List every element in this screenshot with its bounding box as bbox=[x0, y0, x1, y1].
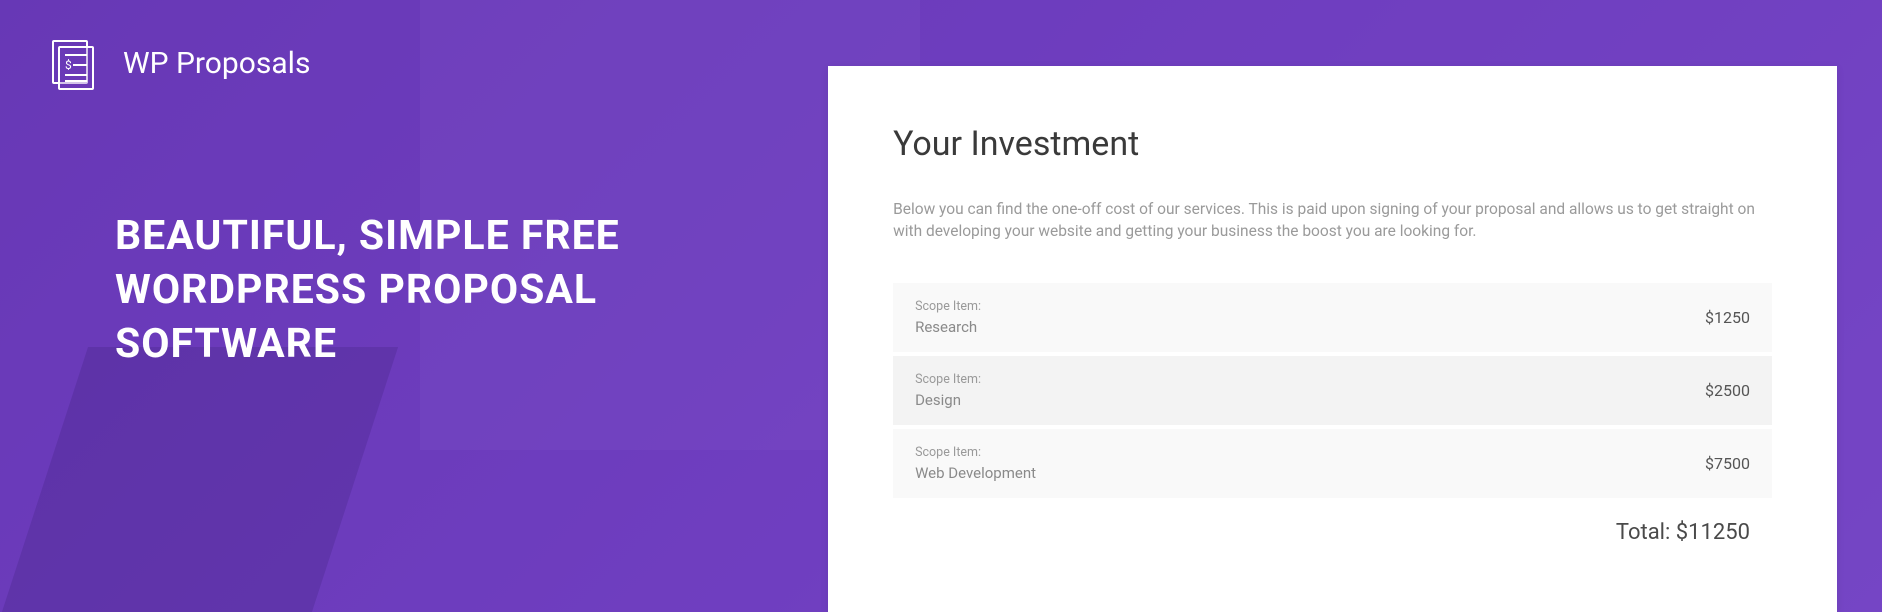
scope-info: Scope Item: Design bbox=[915, 372, 981, 409]
scope-name: Web Development bbox=[915, 464, 1036, 482]
investment-card: Your Investment Below you can find the o… bbox=[828, 66, 1837, 612]
scope-label: Scope Item: bbox=[915, 445, 1036, 460]
hero-headline: BEAUTIFUL, SIMPLE FREE WORDPRESS PROPOSA… bbox=[115, 209, 828, 371]
scope-list: Scope Item: Research $1250 Scope Item: D… bbox=[893, 283, 1772, 498]
scope-info: Scope Item: Research bbox=[915, 299, 981, 336]
scope-price: $2500 bbox=[1705, 381, 1750, 400]
list-item: Scope Item: Design $2500 bbox=[893, 356, 1772, 425]
total-row: Total: $11250 bbox=[893, 520, 1772, 545]
card-description: Below you can find the one-off cost of o… bbox=[893, 198, 1772, 243]
hero-banner: $ WP Proposals BEAUTIFUL, SIMPLE FREE WO… bbox=[0, 0, 1882, 612]
proposal-document-icon: $ bbox=[45, 35, 101, 91]
total-label: Total: $11250 bbox=[1616, 520, 1750, 545]
left-panel: $ WP Proposals BEAUTIFUL, SIMPLE FREE WO… bbox=[0, 0, 828, 612]
brand-name: WP Proposals bbox=[123, 46, 310, 81]
scope-label: Scope Item: bbox=[915, 372, 981, 387]
card-title: Your Investment bbox=[893, 124, 1772, 164]
brand-row: $ WP Proposals bbox=[45, 35, 828, 91]
scope-price: $7500 bbox=[1705, 454, 1750, 473]
headline-line-2: WORDPRESS PROPOSAL SOFTWARE bbox=[115, 266, 597, 368]
scope-info: Scope Item: Web Development bbox=[915, 445, 1036, 482]
scope-name: Research bbox=[915, 318, 981, 336]
scope-name: Design bbox=[915, 391, 981, 409]
list-item: Scope Item: Research $1250 bbox=[893, 283, 1772, 352]
scope-label: Scope Item: bbox=[915, 299, 981, 314]
list-item: Scope Item: Web Development $7500 bbox=[893, 429, 1772, 498]
right-panel: Your Investment Below you can find the o… bbox=[828, 0, 1882, 612]
headline-line-1: BEAUTIFUL, SIMPLE FREE bbox=[115, 212, 620, 260]
svg-text:$: $ bbox=[65, 58, 72, 72]
scope-price: $1250 bbox=[1705, 308, 1750, 327]
